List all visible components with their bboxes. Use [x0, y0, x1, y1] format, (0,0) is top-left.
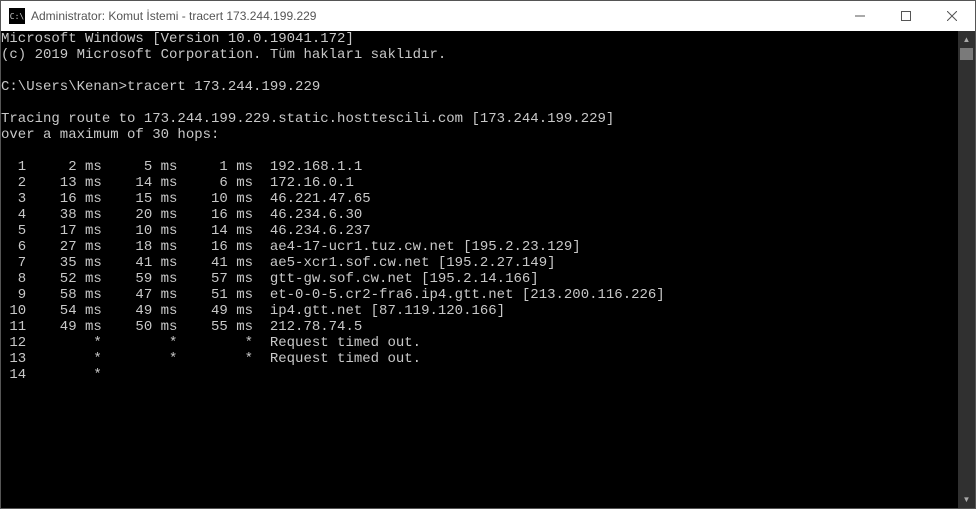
scroll-thumb[interactable]: [960, 48, 973, 60]
cmd-icon-text: C:\: [10, 12, 24, 21]
client-area: Microsoft Windows [Version 10.0.19041.17…: [1, 31, 975, 508]
maximize-button[interactable]: [883, 1, 929, 31]
minimize-icon: [855, 11, 865, 21]
scroll-down-arrow-icon[interactable]: ▼: [958, 491, 975, 508]
titlebar[interactable]: C:\ Administrator: Komut İstemi - tracer…: [1, 1, 975, 31]
vertical-scrollbar[interactable]: ▲ ▼: [958, 31, 975, 508]
scroll-up-arrow-icon[interactable]: ▲: [958, 31, 975, 48]
console-output[interactable]: Microsoft Windows [Version 10.0.19041.17…: [1, 31, 958, 508]
cmd-icon: C:\: [9, 8, 25, 24]
window-title: Administrator: Komut İstemi - tracert 17…: [31, 9, 316, 23]
close-icon: [947, 11, 957, 21]
maximize-icon: [901, 11, 911, 21]
close-button[interactable]: [929, 1, 975, 31]
window-frame: C:\ Administrator: Komut İstemi - tracer…: [0, 0, 976, 509]
minimize-button[interactable]: [837, 1, 883, 31]
